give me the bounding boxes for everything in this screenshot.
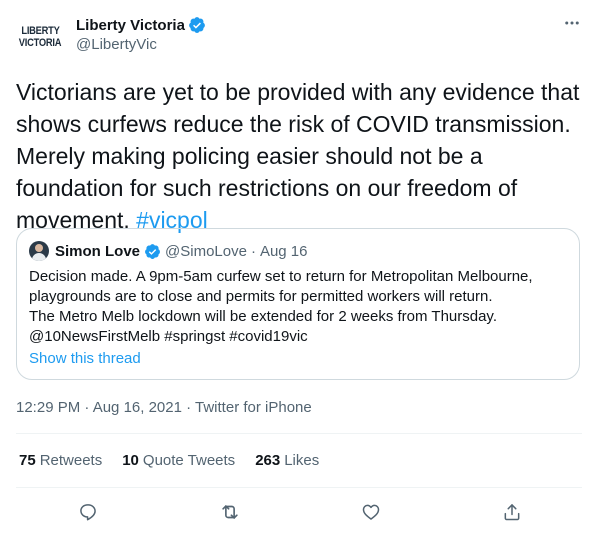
more-options-icon[interactable]: [562, 13, 582, 33]
quoted-avatar: [29, 241, 49, 261]
avatar[interactable]: LIBERTY VICTORIA: [16, 13, 64, 61]
author-handle[interactable]: @LibertyVic: [76, 36, 206, 53]
author-name[interactable]: Liberty Victoria: [76, 17, 185, 34]
quoted-verified-badge-icon: [145, 243, 160, 259]
likes-stat[interactable]: 263 Likes: [255, 452, 319, 469]
like-heart-icon[interactable]: [359, 500, 383, 524]
tweet-timestamp[interactable]: 12:29 PM · Aug 16, 2021 · Twitter for iP…: [16, 399, 312, 416]
tweet-header: LIBERTY VICTORIA Liberty Victoria @Liber…: [16, 13, 582, 59]
quoted-text-line: @10NewsFirstMelb #springst #covid19vic: [29, 328, 308, 345]
quoted-tweet[interactable]: Simon Love @SimoLove · Aug 16 Decision m…: [16, 228, 580, 380]
verified-badge-icon: [189, 17, 205, 33]
tweet-text: Victorians are yet to be provided with a…: [16, 76, 588, 236]
likes-label: Likes: [284, 452, 320, 469]
divider: [16, 487, 582, 488]
retweets-stat[interactable]: 75 Retweets: [19, 452, 102, 469]
tweet-text-body: Victorians are yet to be provided with a…: [16, 79, 580, 233]
avatar-text-victoria: VICTORIA: [18, 37, 62, 49]
author-block: Liberty Victoria @LibertyVic: [76, 15, 206, 53]
author-name-row[interactable]: Liberty Victoria: [76, 15, 206, 35]
avatar-text-liberty: LIBERTY: [20, 25, 60, 37]
quoted-author-handle: @SimoLove: [165, 242, 247, 260]
share-icon[interactable]: [500, 500, 524, 524]
likes-count: 263: [255, 452, 281, 469]
retweets-label: Retweets: [39, 452, 103, 469]
tweet-stats: 75 Retweets 10 Quote Tweets 263 Likes: [19, 452, 319, 469]
quote-tweets-stat[interactable]: 10 Quote Tweets: [122, 452, 235, 469]
quoted-text-line: playgrounds are to close and permits for…: [29, 288, 493, 305]
divider: [16, 433, 582, 434]
quoted-text-line: The Metro Melb lockdown will be extended…: [29, 308, 497, 325]
show-thread-link[interactable]: Show this thread: [29, 350, 141, 367]
quote-tweets-count: 10: [122, 452, 139, 469]
quoted-separator-dot: ·: [250, 242, 256, 260]
quoted-tweet-text: Decision made. A 9pm-5am curfew set to r…: [29, 267, 569, 347]
tweet: LIBERTY VICTORIA Liberty Victoria @Liber…: [0, 0, 598, 535]
quoted-tweet-header: Simon Love @SimoLove · Aug 16: [29, 241, 308, 261]
retweet-icon[interactable]: [218, 500, 242, 524]
quoted-date: Aug 16: [259, 242, 308, 260]
quoted-text-line: Decision made. A 9pm-5am curfew set to r…: [29, 268, 533, 285]
quote-tweets-label: Quote Tweets: [142, 452, 236, 469]
reply-icon[interactable]: [76, 500, 100, 524]
retweets-count: 75: [19, 452, 36, 469]
action-bar: [16, 500, 582, 524]
quoted-author-name: Simon Love: [55, 242, 141, 260]
